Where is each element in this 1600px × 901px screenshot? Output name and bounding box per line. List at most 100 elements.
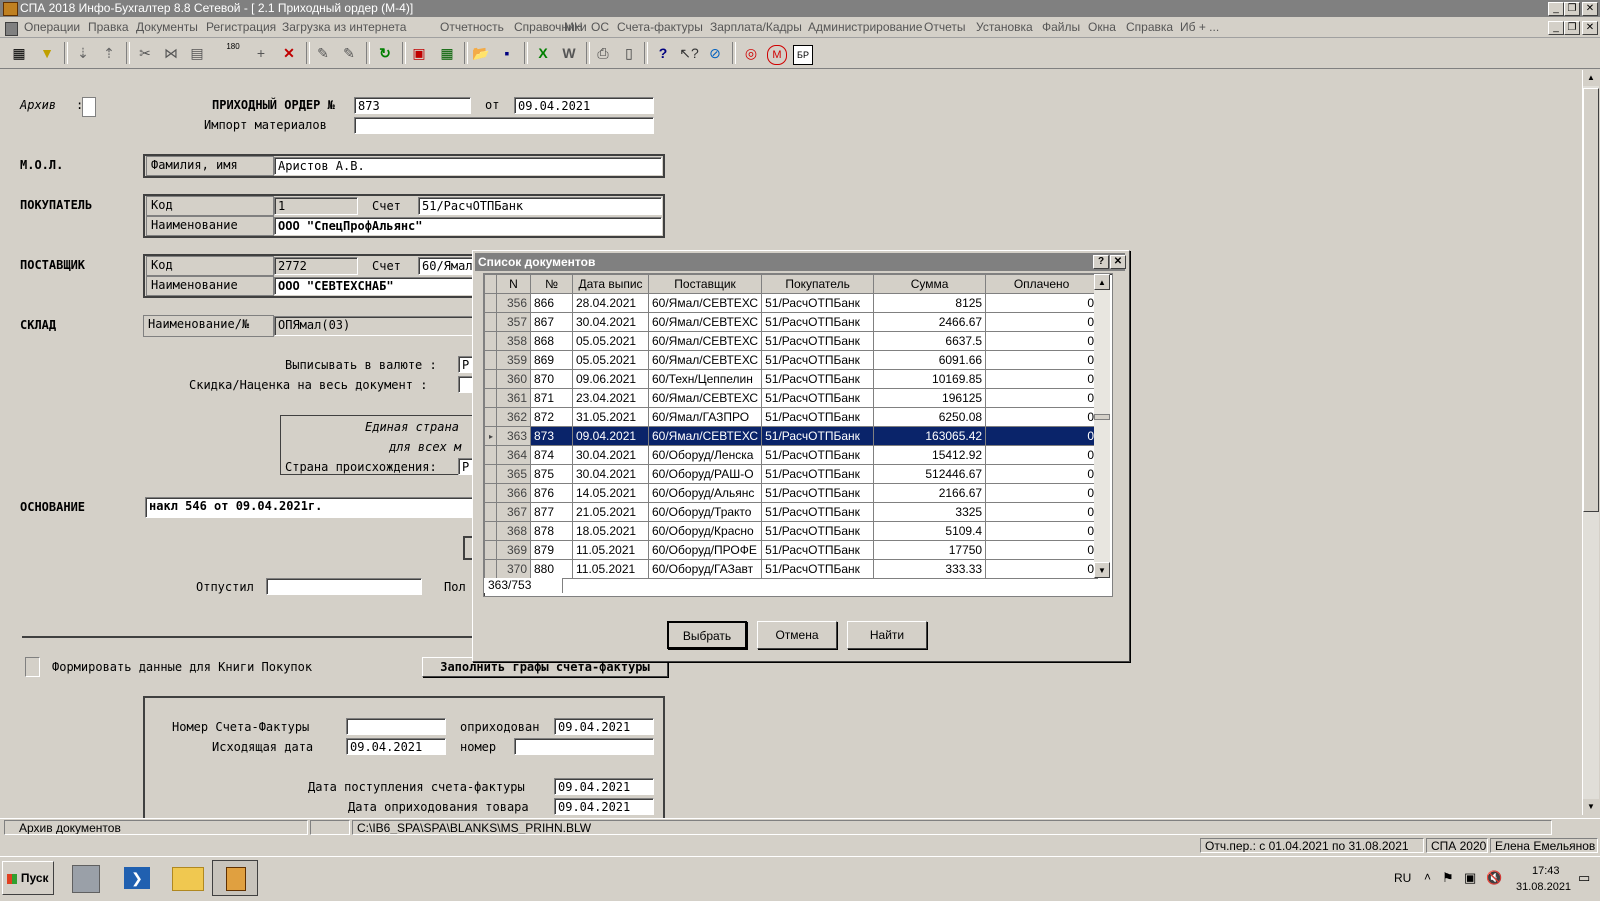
invoice-number-input[interactable] [346,718,446,735]
menu-payroll[interactable]: Зарплата/Кадры [710,20,802,34]
mol-input[interactable]: Аристов А.В. [274,157,662,175]
preview-icon[interactable]: ▯ [618,42,640,64]
menu-setup[interactable]: Установка [976,20,1033,34]
find-button[interactable]: Найти [847,621,927,649]
network-icon[interactable]: ▣ [1464,870,1476,886]
menu-reports[interactable]: Отчеты [924,20,965,34]
br-icon[interactable]: БР [792,42,814,65]
edit-icon[interactable]: ✎ [312,42,334,64]
context-help-icon[interactable]: ↖? [678,42,700,64]
select-button[interactable]: Выбрать [667,621,747,649]
table-row[interactable]: 368 878 18.05.2021 60/Оборуд/Красно 51/РасчО… [484,521,1099,541]
scroll-down-arrow-icon[interactable]: ▼ [1583,799,1599,815]
column-header[interactable]: N [496,274,531,294]
cancel-button[interactable]: Отмена [757,621,837,649]
language-indicator[interactable]: RU [1394,871,1411,885]
released-input[interactable] [266,578,422,595]
flag-icon[interactable]: ⚑ [1442,870,1454,886]
menu-registration[interactable]: Регистрация [206,20,276,34]
table-row[interactable]: ▸ 363 873 09.04.2021 60/Ямал/СЕВТЕХС 51/РасчО… [484,426,1099,446]
sort-asc-icon[interactable]: ⇣ [72,42,94,64]
spreadsheet-icon[interactable]: ▦ [436,42,458,64]
lifebuoy-icon[interactable]: ◎ [740,42,762,64]
buyer-account-input[interactable]: 51/РасчОТПБанк [418,197,662,215]
menu-ib-plus[interactable]: Иб + ... [1180,20,1219,34]
print-icon[interactable]: ⎙ [592,42,614,64]
minimize-button[interactable]: _ [1548,2,1564,16]
close-button[interactable]: ✕ [1582,2,1598,16]
menu-files[interactable]: Файлы [1042,20,1080,34]
m-icon[interactable]: М [766,42,788,65]
table-row[interactable]: 365 875 30.04.2021 60/Оборуд/РАШ-О 51/РасчОТ… [484,464,1099,484]
number-input[interactable] [514,738,654,755]
help-icon[interactable]: ? [652,42,674,64]
notifications-icon[interactable]: ▭ [1578,870,1590,886]
outgoing-date-input[interactable]: 09.04.2021 [346,738,446,755]
import-input[interactable] [354,117,654,134]
filter-icon[interactable]: ▼ [36,42,58,64]
order-number-input[interactable]: 873 [354,97,471,114]
table-row[interactable]: 358 868 05.05.2021 60/Ямал/СЕВТЕХС 51/РасчОТ… [484,331,1099,351]
column-header[interactable]: Покупатель [761,274,875,294]
child-close-button[interactable]: ✕ [1582,21,1598,35]
open-folder-icon[interactable]: 📂 [470,42,492,64]
grid-scrollbar[interactable]: ▲ ▼ [1094,274,1110,578]
save-icon[interactable]: ▪ [496,42,518,64]
dialog-help-button[interactable]: ? [1093,255,1109,269]
documents-grid[interactable]: N № Дата выпис Поставщик Покупатель Сумма Опла… [483,273,1113,597]
menu-admin[interactable]: Администрирование [808,20,922,34]
word-icon[interactable]: W [558,42,580,64]
menu-operations[interactable]: Операции [24,20,80,34]
scroll-thumb[interactable] [1583,88,1599,512]
menu-os[interactable]: ОС [591,20,609,34]
powershell-icon[interactable]: ❯ [124,867,150,889]
excel-icon[interactable]: X [532,42,554,64]
column-header[interactable]: Дата выпис [572,274,649,294]
table-row[interactable]: 360 870 09.06.2021 60/Техн/Цеппелин 51/РасчО… [484,369,1099,389]
basis-input[interactable]: накл 546 от 09.04.2021г. [145,497,480,518]
list-icon[interactable]: ▦ [8,42,30,64]
refresh-icon[interactable]: ↻ [374,42,396,64]
table-row[interactable]: 364 874 30.04.2021 60/Оборуд/Ленска 51/РасчО… [484,445,1099,465]
add-icon[interactable]: + [250,42,272,64]
dialog-close-button[interactable]: ✕ [1110,255,1126,269]
calculator-icon[interactable]: 180 [222,42,244,64]
table-row[interactable]: 367 877 21.05.2021 60/Оборуд/Тракто 51/РасчО… [484,502,1099,522]
grid-scroll-up-icon[interactable]: ▲ [1094,274,1110,290]
table-row[interactable]: 361 871 23.04.2021 60/Ямал/СЕВТЕХС 51/РасчОТ… [484,388,1099,408]
edit-multi-icon[interactable]: ✎ [338,42,360,64]
explorer-folder-icon[interactable] [172,867,204,891]
menu-reporting[interactable]: Отчетность [440,20,504,34]
clock-date[interactable]: 31.08.2021 [1516,881,1571,893]
menu-edit[interactable]: Правка [88,20,129,34]
table-row[interactable]: 366 876 14.05.2021 60/Оборуд/Альянс 51/РасчО… [484,483,1099,503]
column-header[interactable]: Оплачено [985,274,1099,294]
table-row[interactable]: 362 872 31.05.2021 60/Ямал/ГАЗПРО 51/РасчОТП… [484,407,1099,427]
server-manager-icon[interactable] [72,865,100,893]
menu-help[interactable]: Справка [1126,20,1173,34]
spa-app-taskbar-button[interactable] [212,860,258,896]
menu-mn[interactable]: МН [564,20,583,34]
child-restore-button[interactable]: ❐ [1564,21,1580,35]
grid-scroll-down-icon[interactable]: ▼ [1094,562,1110,578]
column-header[interactable]: Сумма [873,274,987,294]
calendar-icon[interactable]: ▣ [408,42,430,64]
purchase-book-checkbox[interactable] [25,657,40,677]
menu-invoices[interactable]: Счета-фактуры [617,20,703,34]
cut-icon[interactable]: ✂ [134,42,156,64]
column-header[interactable]: № [530,274,573,294]
menu-internet-load[interactable]: Загрузка из интернета [282,20,406,34]
invoice-arrival-input[interactable]: 09.04.2021 [554,778,654,795]
menu-documents[interactable]: Документы [136,20,198,34]
buyer-name-input[interactable]: ООО "СпецПрофАльянс" [274,217,662,235]
goods-received-input[interactable]: 09.04.2021 [554,798,654,815]
grid-scroll-thumb[interactable] [1094,414,1110,420]
volume-muted-icon[interactable]: 🔇 [1486,870,1502,886]
table-row[interactable]: 370 880 11.05.2021 60/Оборуд/ГАЗавт 51/РасчО… [484,559,1099,579]
clock-time[interactable]: 17:43 [1532,865,1560,877]
start-button[interactable]: Пуск [2,861,54,895]
table-row[interactable]: 356 866 28.04.2021 60/Ямал/СЕВТЕХС 51/РасчОТ… [484,293,1099,313]
supplier-code-input[interactable]: 2772 [274,257,358,275]
paste-icon[interactable]: ▤ [186,42,208,64]
menu-windows[interactable]: Окна [1088,20,1116,34]
